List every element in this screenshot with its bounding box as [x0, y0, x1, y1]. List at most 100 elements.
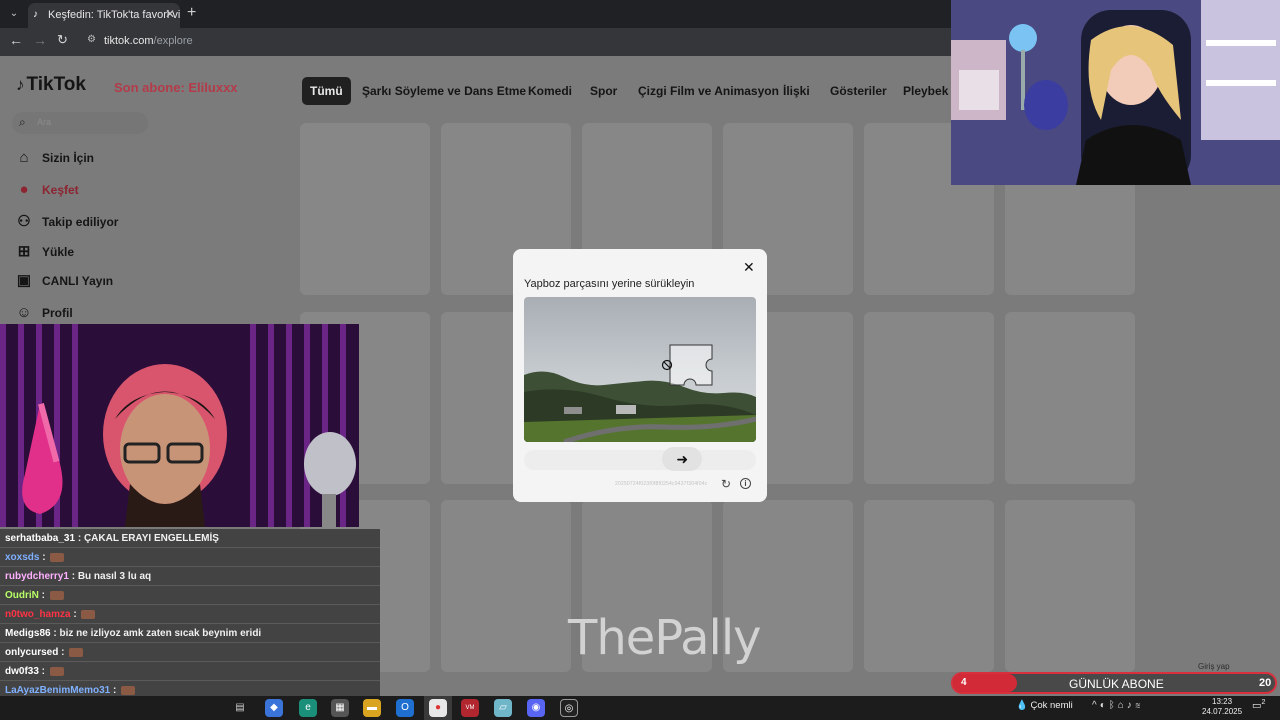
obs-icon[interactable]: ◎ — [560, 699, 578, 717]
chat-username[interactable]: LaAyazBenimMemo31 — [5, 685, 110, 696]
captcha-id: 20250724f023f0f8f0254c9437f304f04c — [615, 481, 708, 487]
home-icon: ⌂ — [19, 149, 29, 166]
outlook-icon[interactable]: O — [396, 699, 414, 717]
chat-message: serhatbaba_31 : ÇAKAL ERAYI ENGELLEMİŞ — [0, 530, 380, 548]
chat-username[interactable]: Medigs86 — [5, 628, 51, 639]
tab-relationship[interactable]: İlişki — [783, 77, 810, 105]
chrome-icon[interactable]: ● — [429, 699, 447, 717]
sidebar-item-explore[interactable]: ● Keşfet — [14, 179, 78, 201]
tab-animation[interactable]: Çizgi Film ve Animasyon — [638, 77, 779, 105]
bluetooth-icon[interactable]: ᛒ — [1109, 700, 1118, 711]
weather-text: Çok nemli — [1030, 700, 1073, 711]
tab-close-icon[interactable]: ✕ — [165, 7, 175, 21]
voicemeeter-icon[interactable]: VM — [461, 699, 479, 717]
site-info-icon[interactable]: ⚙ — [87, 34, 96, 45]
tab-singing-dancing[interactable]: Şarkı Söyleme ve Dans Etme — [362, 77, 526, 105]
forward-icon[interactable]: → — [33, 32, 47, 48]
network-icon[interactable]: ⌂ — [1118, 700, 1127, 711]
windows-taskbar: ▤ ◆ e ▦ ▬ O ● VM ▱ ◉ ◎ 💧 Çok nemli ^◐ᛒ⌂♪… — [0, 696, 1280, 720]
video-tile[interactable] — [864, 500, 994, 672]
slider-handle[interactable]: ➜ — [662, 447, 703, 471]
chat-username[interactable]: rubydcherry1 — [5, 571, 69, 582]
sidebar-item-label: Yükle — [42, 245, 75, 259]
chat-separator: : — [38, 590, 48, 601]
video-tile[interactable] — [441, 500, 571, 672]
sidebar-item-label: CANLI Yayın — [42, 274, 114, 288]
chat-username[interactable]: xoxsds — [5, 552, 39, 563]
back-icon[interactable]: ← — [9, 32, 23, 48]
login-hint[interactable]: Giriş yap — [1198, 662, 1230, 671]
new-tab-icon[interactable]: + — [187, 4, 196, 22]
chat-emote-icon — [50, 552, 65, 562]
steam-icon[interactable]: ◐ — [1100, 700, 1109, 711]
close-icon[interactable]: ✕ — [743, 259, 755, 276]
clock-date: 24.07.2025 — [1202, 707, 1243, 716]
chat-message: Medigs86 : biz ne izliyoz amk zaten sıca… — [0, 625, 380, 643]
system-tray[interactable]: ^◐ᛒ⌂♪≋ — [1092, 700, 1144, 711]
subscriber-count-badge: 4 — [953, 674, 1017, 692]
chat-username[interactable]: OudriN — [5, 590, 39, 601]
chat-emote-icon — [121, 685, 136, 695]
daily-subscriber-goal: 20 — [1259, 677, 1272, 689]
chat-text: biz ne izliyoz amk zaten sıcak beynim er… — [59, 628, 262, 639]
url-path: /explore — [153, 35, 193, 47]
store-icon[interactable]: ▦ — [331, 699, 349, 717]
chat-text: Bu nasıl 3 lu aq — [77, 571, 152, 582]
chat-separator: : — [38, 666, 48, 677]
notes-icon[interactable]: ▱ — [494, 699, 512, 717]
copilot-icon[interactable]: ◆ — [265, 699, 283, 717]
streamer-watermark: ThePally — [568, 610, 762, 666]
notification-count: 2 — [1261, 699, 1266, 706]
file-explorer-icon[interactable]: ▬ — [363, 699, 381, 717]
following-icon: ⚇ — [17, 213, 31, 230]
tab-all[interactable]: Tümü — [302, 77, 351, 105]
tab-sports[interactable]: Spor — [590, 77, 617, 105]
search-input[interactable]: ⌕ Ara — [12, 112, 148, 134]
video-tile[interactable] — [864, 312, 994, 484]
edge-icon[interactable]: e — [299, 699, 317, 717]
video-tile[interactable] — [1005, 500, 1135, 672]
tiktok-logo-icon: ♪ — [16, 75, 25, 94]
chat-username[interactable]: onlycursed — [5, 647, 58, 658]
chat-username[interactable]: dw0f33 — [5, 666, 39, 677]
discord-icon[interactable]: ◉ — [527, 699, 545, 717]
tab-comedy[interactable]: Komedi — [528, 77, 572, 105]
slider-track[interactable] — [524, 450, 756, 470]
chat-username[interactable]: n0two_hamza — [5, 609, 71, 620]
captcha-puzzle-image — [524, 297, 756, 442]
chevron-up-icon[interactable]: ^ — [1092, 700, 1100, 711]
sidebar-item-upload[interactable]: ⊞ Yükle — [14, 241, 74, 263]
chat-emote-icon — [81, 609, 96, 619]
tab-tiktok-explore[interactable]: ♪ Keşfedin: TikTok'ta favori videol ✕ — [28, 3, 180, 28]
chat-username[interactable]: serhatbaba_31 — [5, 533, 75, 544]
tab-lipsync[interactable]: Pleybek — [903, 77, 948, 105]
notification-icon[interactable]: ▭2 — [1252, 699, 1265, 711]
sidebar-item-following[interactable]: ⚇ Takip ediliyor — [14, 211, 118, 233]
volume-icon[interactable]: ♪ — [1127, 700, 1135, 711]
task-view-icon[interactable]: ▤ — [231, 699, 249, 717]
info-icon[interactable]: i — [740, 478, 751, 489]
tiktok-logo[interactable]: ♪ TikTok — [16, 74, 86, 96]
refresh-icon[interactable]: ↻ — [721, 477, 731, 491]
puzzle-landscape — [524, 297, 756, 442]
upload-icon: ⊞ — [17, 243, 31, 260]
weather-widget[interactable]: 💧 Çok nemli — [1016, 700, 1073, 711]
sidebar-item-profile[interactable]: ☺ Profil — [14, 302, 72, 324]
video-tile[interactable] — [1005, 312, 1135, 484]
sidebar-item-live[interactable]: ▣ CANLI Yayın — [14, 270, 113, 292]
chat-message: OudriN : — [0, 587, 380, 605]
address-bar[interactable]: ⚙ tiktok.com/explore — [82, 31, 962, 53]
tab-shows[interactable]: Gösteriler — [830, 77, 887, 105]
last-subscriber-overlay: Son abone: Eliluxxx — [114, 80, 238, 95]
tab-search-icon[interactable]: ⌄ — [5, 5, 23, 23]
chat-message: onlycursed : — [0, 644, 380, 662]
humidity-icon: 💧 — [1016, 700, 1028, 711]
video-tile[interactable] — [300, 123, 430, 295]
chat-message: xoxsds : — [0, 549, 380, 567]
reload-icon[interactable]: ↻ — [57, 32, 68, 48]
clock[interactable]: 13:23 24.07.2025 — [1202, 697, 1242, 717]
wifi-icon[interactable]: ≋ — [1135, 700, 1144, 711]
chat-text: ÇAKAL ERAYI ENGELLEMİŞ — [83, 533, 219, 544]
logo-text: TikTok — [26, 74, 86, 95]
sidebar-item-for-you[interactable]: ⌂ Sizin İçin — [14, 147, 94, 169]
